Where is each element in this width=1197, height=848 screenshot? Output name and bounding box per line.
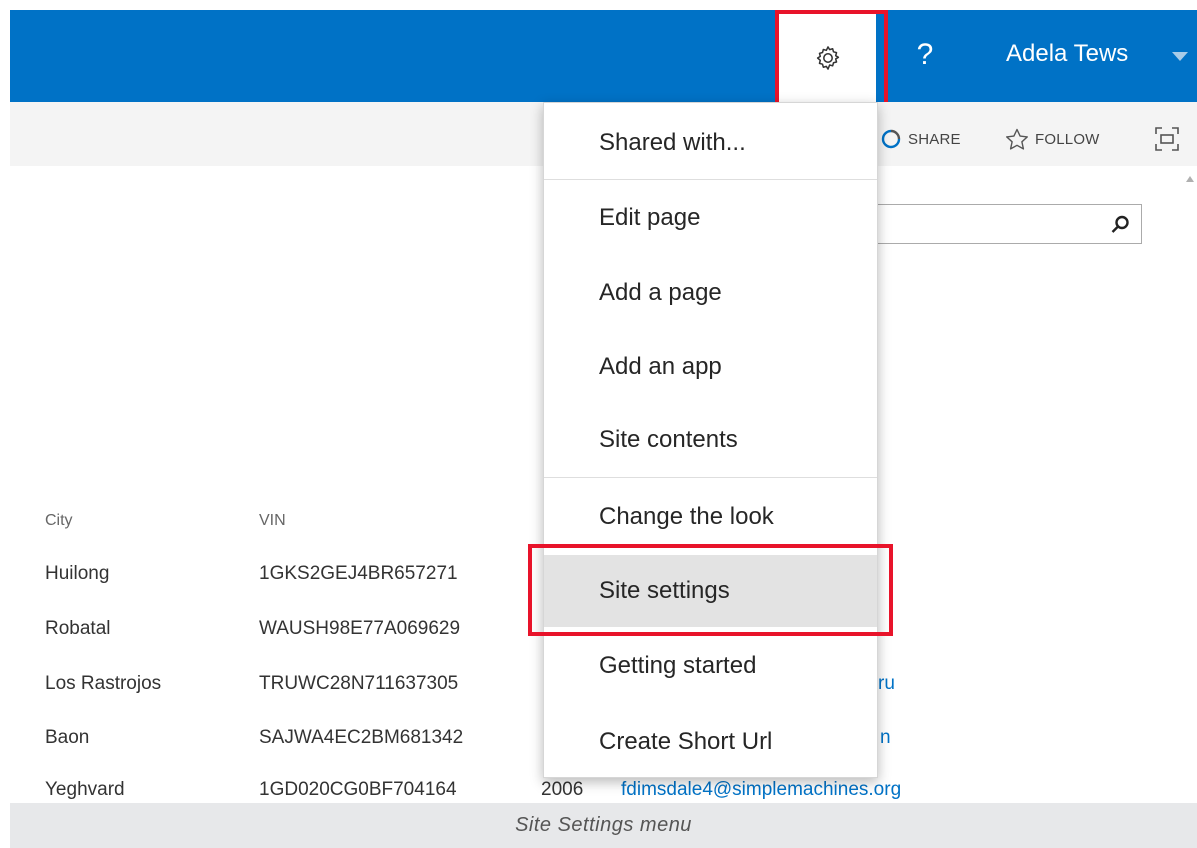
cell-year: 2006: [541, 779, 584, 800]
cell-email-link[interactable]: fdimsdale4@simplemachines.org: [621, 779, 901, 801]
menu-item-create-short-url[interactable]: Create Short Url: [544, 706, 877, 778]
cell-email-link[interactable]: n: [880, 727, 891, 749]
cell-city: Los Rastrojos: [45, 673, 162, 694]
menu-item-change-look[interactable]: Change the look: [544, 481, 877, 553]
cell-city: Baon: [45, 727, 90, 748]
site-settings-highlight-box: [528, 544, 893, 636]
caret-down-icon[interactable]: [1172, 52, 1188, 61]
cell-email-link[interactable]: ru: [878, 673, 895, 695]
cell-vin: 1GKS2GEJ4BR657271: [259, 563, 458, 584]
cell-city: Yeghvard: [45, 779, 125, 800]
menu-item-shared-with[interactable]: Shared with...: [544, 107, 877, 179]
gear-icon: [816, 46, 839, 70]
cell-vin: WAUSH98E77A069629: [259, 618, 461, 639]
menu-item-site-contents[interactable]: Site contents: [544, 404, 877, 476]
user-name-menu[interactable]: Adela Tews: [1006, 40, 1128, 68]
menu-item-edit-page[interactable]: Edit page: [544, 182, 877, 254]
follow-label: FOLLOW: [1035, 130, 1100, 148]
column-header-city[interactable]: City: [45, 512, 73, 530]
scroll-up-arrow[interactable]: [1186, 176, 1194, 182]
settings-gear-button[interactable]: [775, 10, 888, 106]
focus-icon[interactable]: [1154, 126, 1180, 152]
share-icon: [881, 129, 901, 149]
help-icon: ?: [916, 38, 934, 71]
menu-item-add-page[interactable]: Add a page: [544, 257, 877, 329]
cell-city: Huilong: [45, 563, 110, 584]
menu-divider: [544, 179, 877, 180]
share-label: SHARE: [908, 130, 961, 148]
settings-dropdown-menu: Shared with... Edit page Add a page Add …: [543, 102, 878, 778]
cell-vin: TRUWC28N711637305: [259, 673, 459, 694]
menu-divider: [544, 477, 877, 478]
cell-city: Robatal: [45, 618, 111, 639]
cell-vin: SAJWA4EC2BM681342: [259, 727, 464, 748]
search-icon[interactable]: [1109, 214, 1131, 236]
menu-item-add-app[interactable]: Add an app: [544, 331, 877, 403]
help-button[interactable]: ?: [905, 30, 945, 80]
follow-button[interactable]: FOLLOW: [1005, 128, 1100, 150]
settings-gear-inner[interactable]: [779, 14, 876, 102]
screenshot-frame: ? Adela Tews SHARE FOLLOW City VIN Huilo…: [0, 0, 1197, 848]
column-header-vin[interactable]: VIN: [259, 512, 286, 530]
share-button[interactable]: SHARE: [880, 128, 961, 150]
cell-vin: 1GD020CG0BF704164: [259, 779, 457, 800]
menu-item-getting-started[interactable]: Getting started: [544, 630, 877, 702]
figure-caption: Site Settings menu: [10, 803, 1197, 848]
star-icon: [1006, 128, 1028, 150]
